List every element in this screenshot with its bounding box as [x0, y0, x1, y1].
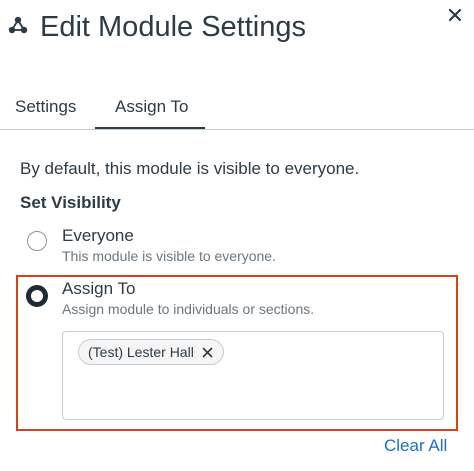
clear-all-link[interactable]: Clear All — [384, 435, 447, 457]
set-visibility-heading: Set Visibility — [20, 193, 121, 212]
assignee-chip-label: (Test) Lester Hall — [88, 344, 194, 360]
assignee-chip[interactable]: (Test) Lester Hall — [78, 339, 224, 365]
tab-assign-to[interactable]: Assign To — [115, 96, 188, 118]
everyone-label[interactable]: Everyone — [62, 225, 134, 247]
remove-assignee-icon[interactable] — [202, 347, 213, 358]
assign-to-label[interactable]: Assign To — [62, 278, 135, 300]
module-icon — [6, 14, 30, 38]
assign-to-radio[interactable] — [26, 285, 48, 307]
tab-divider — [0, 129, 474, 130]
visibility-description: By default, this module is visible to ev… — [20, 159, 360, 178]
edit-module-settings-dialog: Edit Module Settings Settings Assign To … — [0, 0, 474, 471]
assign-to-description: Assign module to individuals or sections… — [62, 301, 315, 317]
close-button[interactable] — [444, 6, 466, 28]
everyone-radio[interactable] — [27, 231, 47, 251]
close-icon — [448, 8, 462, 27]
everyone-description: This module is visible to everyone. — [62, 248, 276, 264]
dialog-title: Edit Module Settings — [40, 11, 306, 43]
tab-settings[interactable]: Settings — [15, 96, 76, 118]
